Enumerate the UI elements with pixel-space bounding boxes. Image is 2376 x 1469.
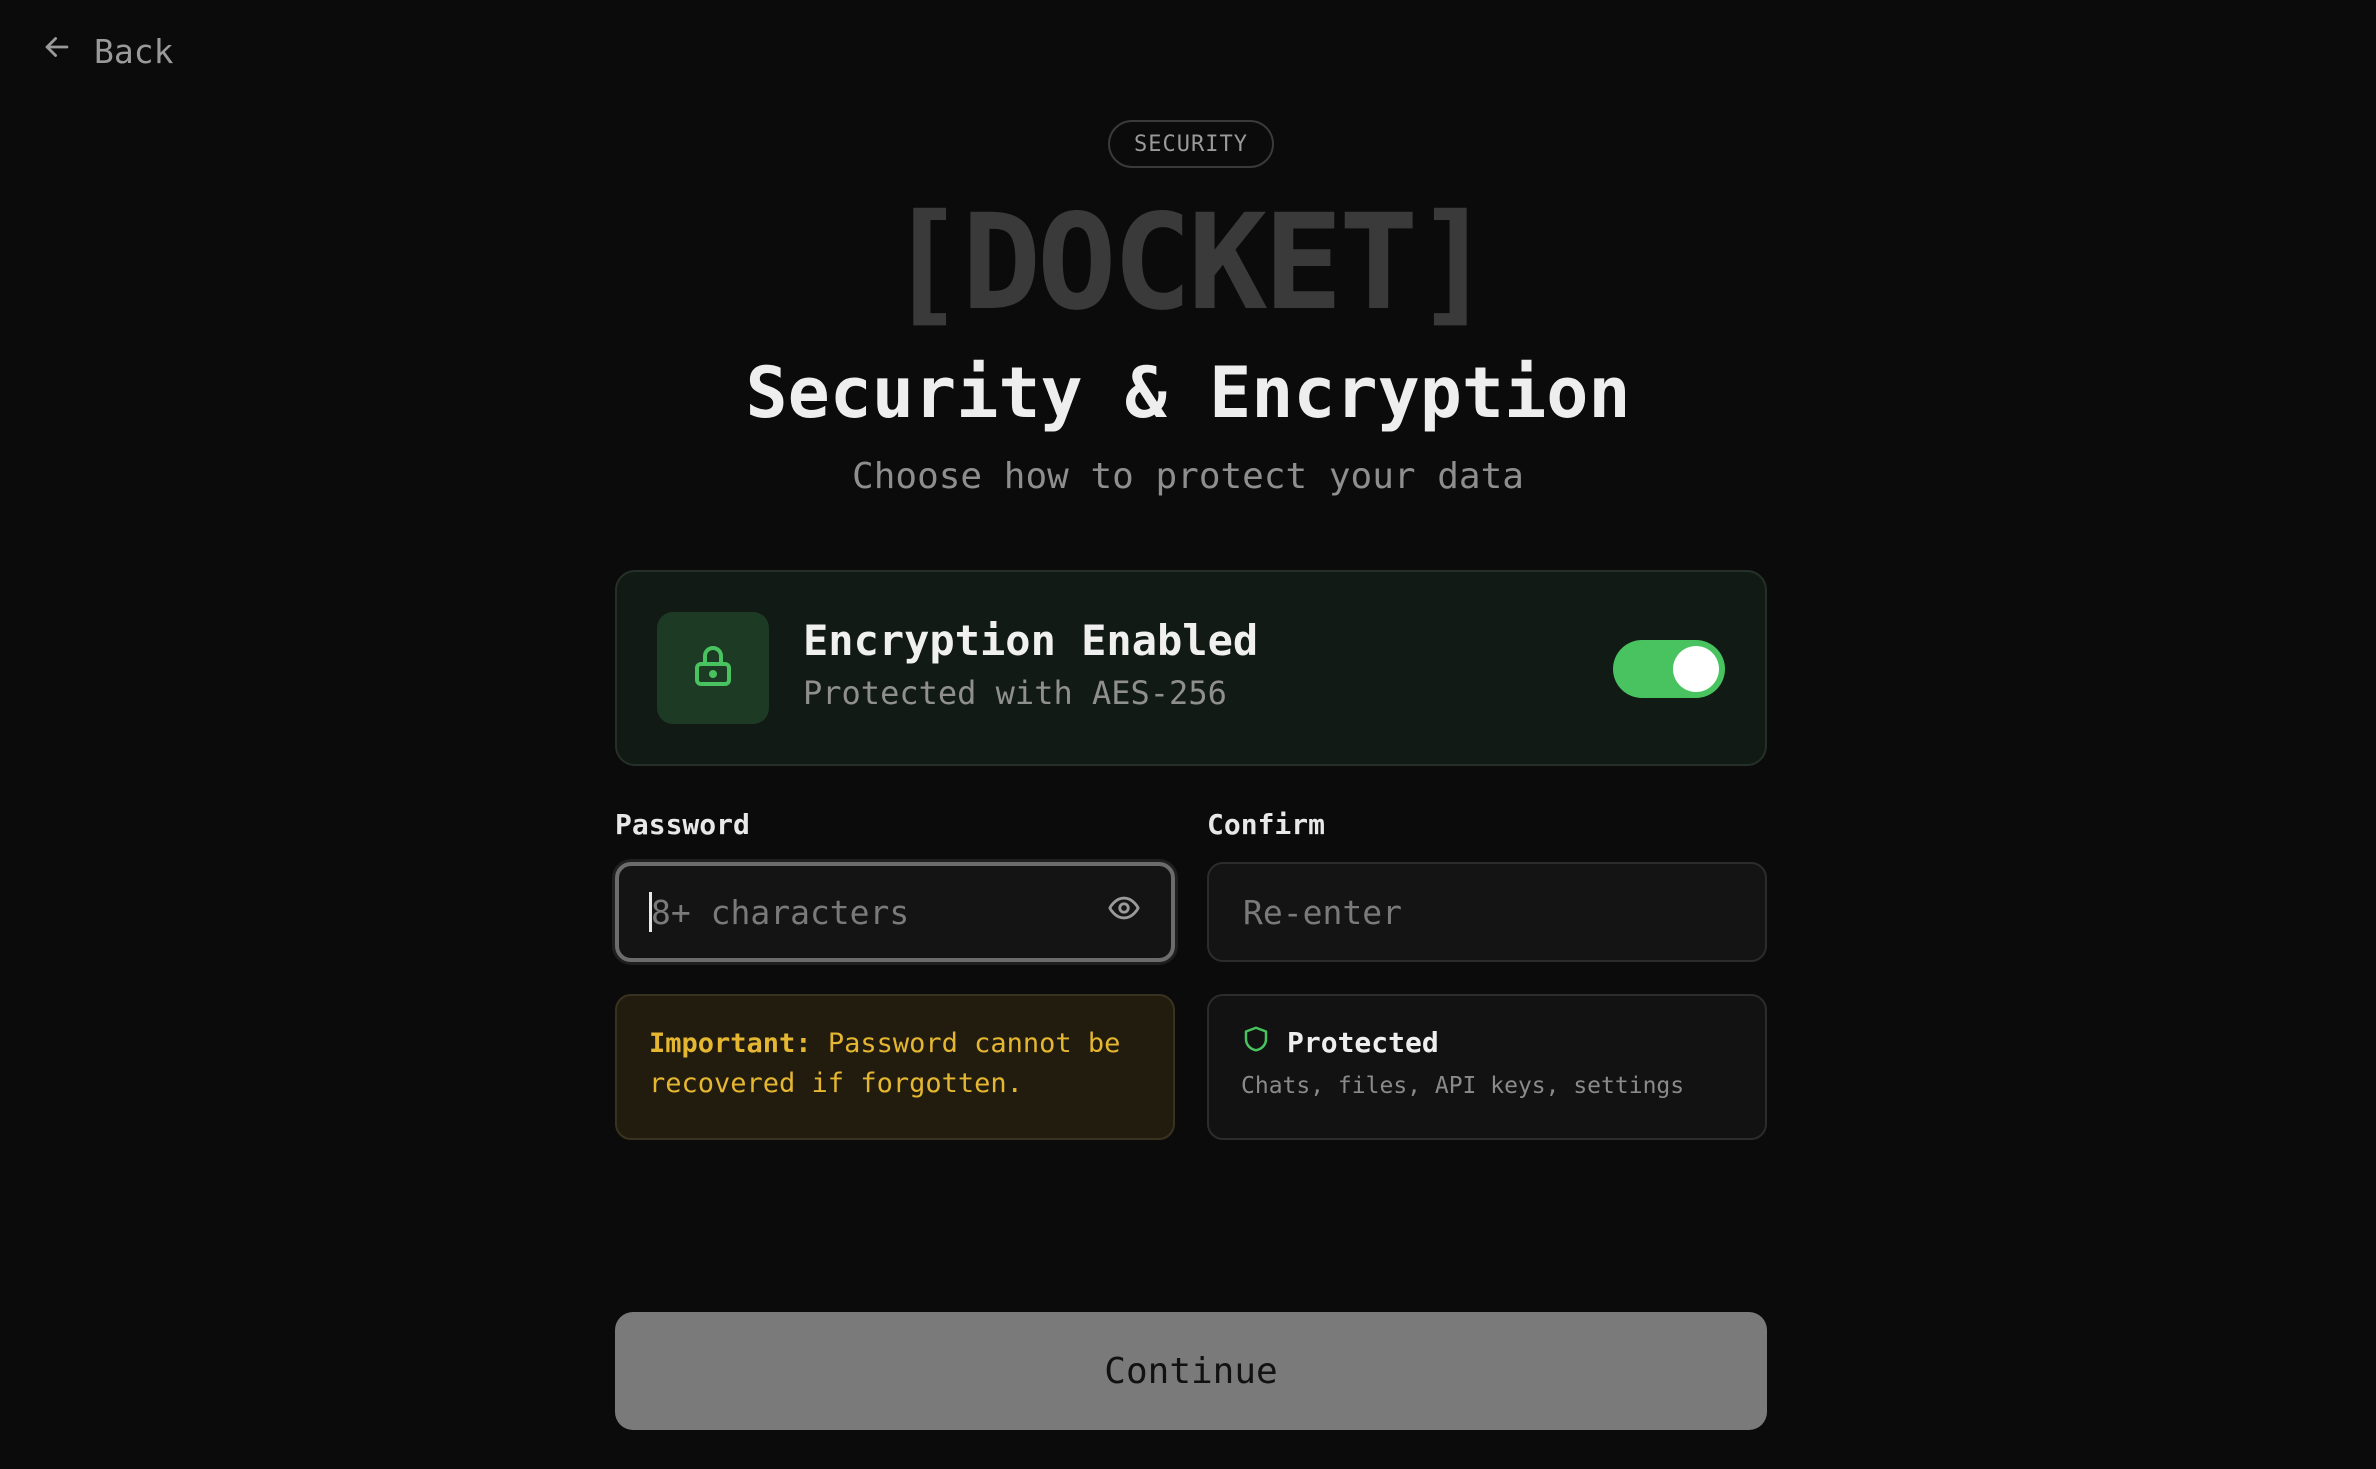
page-title: Security & Encryption bbox=[745, 352, 1631, 434]
confirm-field-container bbox=[1207, 862, 1767, 962]
encryption-toggle[interactable] bbox=[1613, 640, 1725, 698]
back-label: Back bbox=[94, 31, 174, 71]
shield-icon bbox=[1241, 1024, 1271, 1061]
page-subtitle: Choose how to protect your data bbox=[852, 456, 1524, 497]
back-button[interactable]: Back bbox=[40, 30, 173, 72]
encryption-title: Encryption Enabled bbox=[803, 616, 1259, 665]
encryption-subtitle: Protected with AES-256 bbox=[803, 674, 1227, 712]
password-label: Password bbox=[615, 808, 750, 841]
eye-icon[interactable] bbox=[1107, 891, 1141, 933]
app-logo: [DOCKET] bbox=[886, 186, 1494, 340]
continue-button[interactable]: Continue bbox=[615, 1312, 1767, 1430]
protected-items: Chats, files, API keys, settings bbox=[1241, 1073, 1685, 1099]
warning-prefix: Important: bbox=[649, 1028, 812, 1059]
confirm-input[interactable] bbox=[1241, 891, 1733, 933]
lock-icon bbox=[689, 642, 737, 694]
password-field-container bbox=[615, 862, 1175, 962]
arrow-left-icon bbox=[40, 30, 74, 72]
encryption-card: Encryption Enabled Protected with AES-25… bbox=[615, 570, 1767, 766]
section-badge: SECURITY bbox=[1108, 120, 1274, 168]
toggle-knob bbox=[1673, 646, 1719, 692]
password-input[interactable] bbox=[649, 891, 1107, 933]
confirm-label: Confirm bbox=[1207, 808, 1326, 841]
protected-title: Protected bbox=[1287, 1026, 1439, 1059]
protected-info-card: Protected Chats, files, API keys, settin… bbox=[1207, 994, 1767, 1140]
lock-icon-container bbox=[657, 612, 769, 724]
password-warning: Important: Password cannot be recovered … bbox=[615, 994, 1175, 1140]
